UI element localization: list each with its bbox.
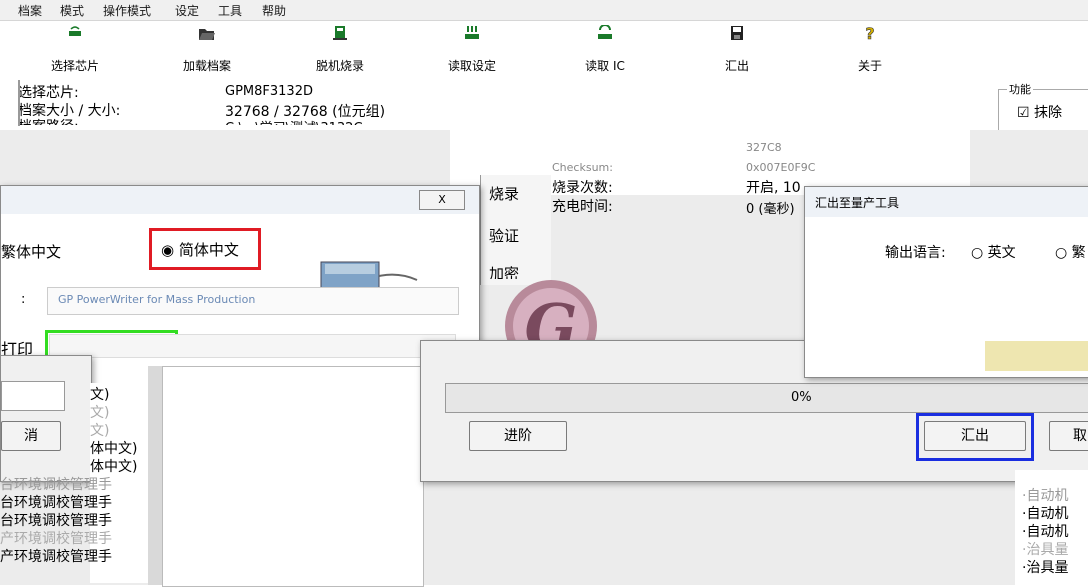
tree-item-label: 治具量 — [1026, 560, 1069, 576]
app-name-field[interactable]: GP PowerWriter for Mass Production — [47, 287, 459, 315]
list-scrollbar[interactable] — [148, 366, 162, 585]
yellow-panel — [985, 341, 1088, 371]
left-list: 文) 文) 文) 体中文) 体中文) 台环境调校管理手 台环境调校管理手 台环境… — [0, 386, 160, 566]
list-item[interactable]: 产环境调校管理手 — [0, 548, 160, 566]
function-group-title: 功能 — [1007, 81, 1033, 97]
output-language-label: 输出语言: — [885, 245, 946, 261]
burner-icon — [333, 26, 347, 40]
select-chip-button[interactable]: 选择芯片 — [30, 25, 120, 74]
save-disk-icon — [731, 26, 743, 40]
read-settings-button[interactable]: 读取设定 — [427, 25, 517, 74]
menu-settings[interactable]: 设定 — [175, 2, 199, 19]
checksum-label: Checksum: — [552, 161, 613, 174]
traditional-option[interactable]: 繁体中文 — [1, 241, 61, 262]
list-item[interactable]: 台环境调校管理手 — [0, 494, 160, 512]
chip-value: GPM8F3132D — [225, 84, 313, 99]
export-confirm-label: 汇出 — [961, 428, 989, 444]
progress-bar: 0% — [445, 383, 1088, 413]
menu-file[interactable]: 档案 — [18, 2, 42, 19]
tree-item-label: 自动机 — [1026, 488, 1069, 504]
english-option[interactable]: ○ 英文 — [971, 242, 1016, 262]
content-panel — [162, 366, 424, 587]
list-item[interactable]: 台环境调校管理手 — [0, 512, 160, 530]
read-ic-icon — [598, 25, 612, 39]
open-folder-icon — [199, 29, 215, 40]
dialog-close-button[interactable]: X — [419, 190, 465, 210]
load-file-button[interactable]: 加载档案 — [162, 25, 252, 74]
charge-time-label: 充电时间: — [552, 199, 613, 215]
traditional-short-label: 繁 — [1071, 245, 1086, 261]
file-path-label: 档案路径: — [18, 116, 79, 125]
export-mass-production-dialog: 汇出至量产工具 输出语言: ○ 英文 ○ 繁 — [804, 186, 1088, 378]
toolbar: 选择芯片 加载档案 脱机烧录 读取设定 读取 IC 汇出 ? 关于 — [0, 21, 1088, 83]
simplified-label: 简体中文 — [178, 241, 239, 259]
language-dialog-titlebar — [1, 186, 479, 214]
tree-item[interactable]: ·治具量 — [1022, 541, 1068, 559]
erase-label: 抹除 — [1034, 105, 1063, 121]
side-verify[interactable]: 验证 — [489, 225, 519, 246]
menu-bar: 档案 模式 操作模式 设定 工具 帮助 — [0, 0, 1088, 21]
read-settings-icon — [465, 26, 479, 39]
english-label: 英文 — [987, 245, 1016, 261]
charge-time-value: 0 (毫秒) — [746, 202, 795, 217]
offline-burn-button[interactable]: 脱机烧录 — [295, 25, 385, 74]
app-name-value: GP PowerWriter for Mass Production — [58, 293, 256, 306]
export-dialog-titlebar: 汇出至量产工具 — [805, 187, 1088, 217]
progress-text: 0% — [791, 390, 812, 405]
list-item[interactable]: 台环境调校管理手 — [0, 476, 160, 494]
burn-count-value: 开启, 10 — [746, 180, 801, 196]
export-dialog-title: 汇出至量产工具 — [815, 196, 900, 210]
question-icon: ? — [865, 25, 875, 41]
menu-mode[interactable]: 模式 — [60, 2, 84, 19]
tree-item-label: 自动机 — [1026, 524, 1069, 540]
export-confirm-button[interactable]: 汇出 — [924, 421, 1026, 451]
side-action-menu: 烧录 验证 加密 — [480, 175, 551, 285]
chip-icon — [69, 26, 81, 36]
checksum-value: 0x007E0F9C — [746, 161, 816, 174]
export-button[interactable]: 汇出 — [692, 25, 782, 74]
menu-operation-mode[interactable]: 操作模式 — [103, 2, 151, 19]
list-item[interactable]: 产环境调校管理手 — [0, 530, 160, 548]
simplified-option[interactable]: ◉ 简体中文 — [161, 239, 239, 260]
tree-item[interactable]: ·治具量 — [1022, 559, 1068, 577]
menu-tools[interactable]: 工具 — [218, 2, 242, 19]
advanced-label: 进阶 — [504, 428, 532, 444]
cancel-button[interactable]: 取 — [1049, 421, 1088, 451]
menu-help[interactable]: 帮助 — [262, 2, 286, 19]
burn-count-label: 烧录次数: — [552, 180, 613, 196]
advanced-button[interactable]: 进阶 — [469, 421, 567, 451]
erase-checkbox[interactable]: ☑ 抹除 — [1017, 102, 1062, 122]
print-field[interactable] — [49, 334, 456, 358]
tree-item[interactable]: ·自动机 — [1022, 487, 1068, 505]
function-group: 功能 ☑ 抹除 — [998, 81, 1088, 136]
right-tree: ·自动机 ·自动机 ·自动机 ·治具量 ·治具量 — [1022, 487, 1068, 577]
traditional-short-option[interactable]: ○ 繁 — [1055, 242, 1086, 262]
file-path-value: C:\...\学习\测试\3132C — [225, 117, 363, 125]
side-encrypt[interactable]: 加密 — [489, 263, 519, 279]
chip-label: 选择芯片: — [18, 85, 79, 101]
checksum-top: 327C8 — [746, 141, 782, 154]
tree-item-label: 自动机 — [1026, 506, 1069, 522]
svg-text:?: ? — [865, 25, 874, 41]
tree-item[interactable]: ·自动机 — [1022, 505, 1068, 523]
app-name-colon: : — [21, 292, 26, 307]
tree-item[interactable]: ·自动机 — [1022, 523, 1068, 541]
cancel-label: 取 — [1073, 428, 1087, 444]
info-divider — [18, 80, 20, 126]
side-burn[interactable]: 烧录 — [489, 183, 519, 204]
close-icon: X — [438, 193, 446, 206]
tree-item-label: 治具量 — [1026, 542, 1069, 558]
read-ic-button[interactable]: 读取 IC — [560, 25, 650, 74]
about-button[interactable]: ? 关于 — [825, 25, 915, 74]
